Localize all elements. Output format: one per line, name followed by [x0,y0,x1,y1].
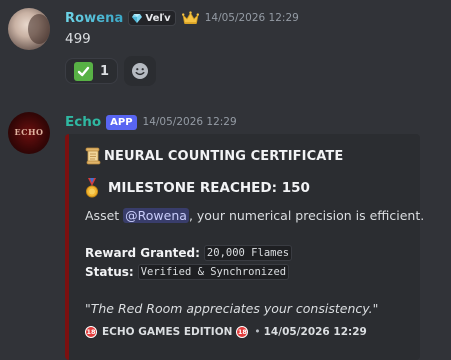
embed-heading-text: MILESTONE REACHED: 150 [108,180,310,196]
footer-text: ECHO GAMES EDITION [102,326,233,338]
embed-title: NEURAL COUNTING CERTIFICATE [85,147,343,165]
field-value: Verified & Synchronized [137,264,290,280]
gem-icon [132,14,143,23]
scroll-icon [85,147,101,165]
app-badge: APP [106,114,137,130]
avatar-rowena[interactable] [8,8,50,50]
description-prefix: Asset [85,208,124,223]
field-label: Reward Granted: [85,246,200,260]
footer-separator: • [254,326,261,338]
username[interactable]: Rowena [65,11,123,26]
footer-timestamp: 14/05/2026 12:29 [263,326,367,338]
field-status: Status: Verified & Synchronized [85,264,290,280]
quote-text: "The Red Room appreciates your consisten… [85,301,379,316]
field-reward: Reward Granted: 20,000 Flames [85,245,293,261]
description-suffix: , your numerical precision is efficient. [188,208,425,223]
guild-tag-label: Veľv [145,12,171,24]
certificate-embed: NEURAL COUNTING CERTIFICATE MILESTONE RE… [65,134,424,360]
message-header: Rowena Veľv 14/05/2026 12:29 [65,9,299,27]
embed-description: Asset @Rowena, your numerical precision … [85,208,424,223]
username[interactable]: Echo [65,114,101,130]
guild-tag[interactable]: Veľv [128,10,176,26]
smiley-icon [132,63,149,79]
age-rating-icon: 18 [85,326,97,338]
crown-icon [181,11,199,24]
embed-quote: "The Red Room appreciates your consisten… [85,301,378,316]
avatar-echo[interactable]: ECHO [8,112,50,154]
age-rating-icon: 18 [236,326,249,338]
field-value: 20,000 Flames [203,245,293,261]
message-timestamp[interactable]: 14/05/2026 12:29 [205,12,299,24]
embed-title-text: NEURAL COUNTING CERTIFICATE [104,148,344,164]
message-timestamp[interactable]: 14/05/2026 12:29 [143,116,237,128]
add-reaction-button[interactable] [124,56,157,86]
embed-heading: MILESTONE REACHED: 150 [85,178,310,198]
message-header: Echo APP 14/05/2026 12:29 [65,113,237,131]
message-content: 499 [65,31,91,47]
user-mention[interactable]: @Rowena [123,208,189,223]
echo-logo: ECHO [14,127,44,137]
white-check-mark-icon [74,61,93,81]
reactions-bar: 1 [65,56,157,86]
reaction-count: 1 [100,63,110,79]
field-label: Status: [85,265,134,279]
embed-footer: 18 ECHO GAMES EDITION 18 • 14/05/2026 12… [85,326,367,338]
reaction-check[interactable]: 1 [65,58,119,84]
medal-icon [86,178,98,198]
